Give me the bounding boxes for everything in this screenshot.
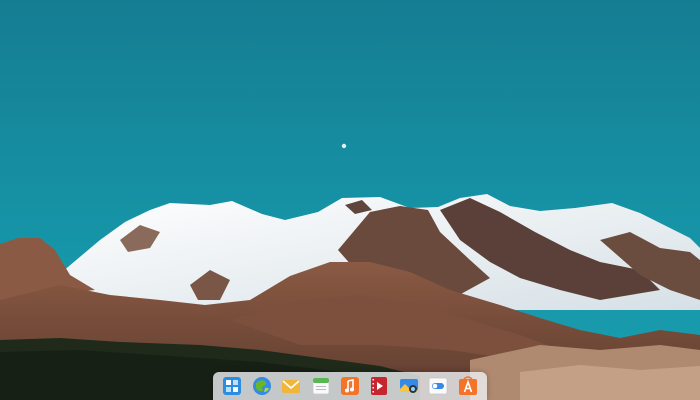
calendar-icon xyxy=(312,377,329,395)
dock xyxy=(213,372,487,400)
mail-icon xyxy=(282,380,301,393)
dock-item-photos[interactable] xyxy=(399,376,419,396)
wallpaper-mountains xyxy=(0,0,700,400)
dock-item-videos[interactable] xyxy=(369,376,389,396)
photos-icon xyxy=(399,379,418,393)
multitasking-view-icon xyxy=(223,377,242,395)
videos-icon xyxy=(371,377,388,395)
dock-item-calendar[interactable] xyxy=(311,376,331,396)
dock-item-appcenter[interactable] xyxy=(458,376,478,396)
dock-item-mail[interactable] xyxy=(281,376,301,396)
system-settings-icon xyxy=(428,377,448,395)
moon xyxy=(341,143,347,149)
appcenter-icon xyxy=(458,376,477,395)
music-icon xyxy=(340,377,359,395)
dock-item-multitasking[interactable] xyxy=(222,376,242,396)
web-browser-icon xyxy=(252,377,271,395)
dock-item-music[interactable] xyxy=(340,376,360,396)
dock-item-system-settings[interactable] xyxy=(428,376,448,396)
desktop xyxy=(0,0,700,400)
dock-item-web-browser[interactable] xyxy=(252,376,272,396)
